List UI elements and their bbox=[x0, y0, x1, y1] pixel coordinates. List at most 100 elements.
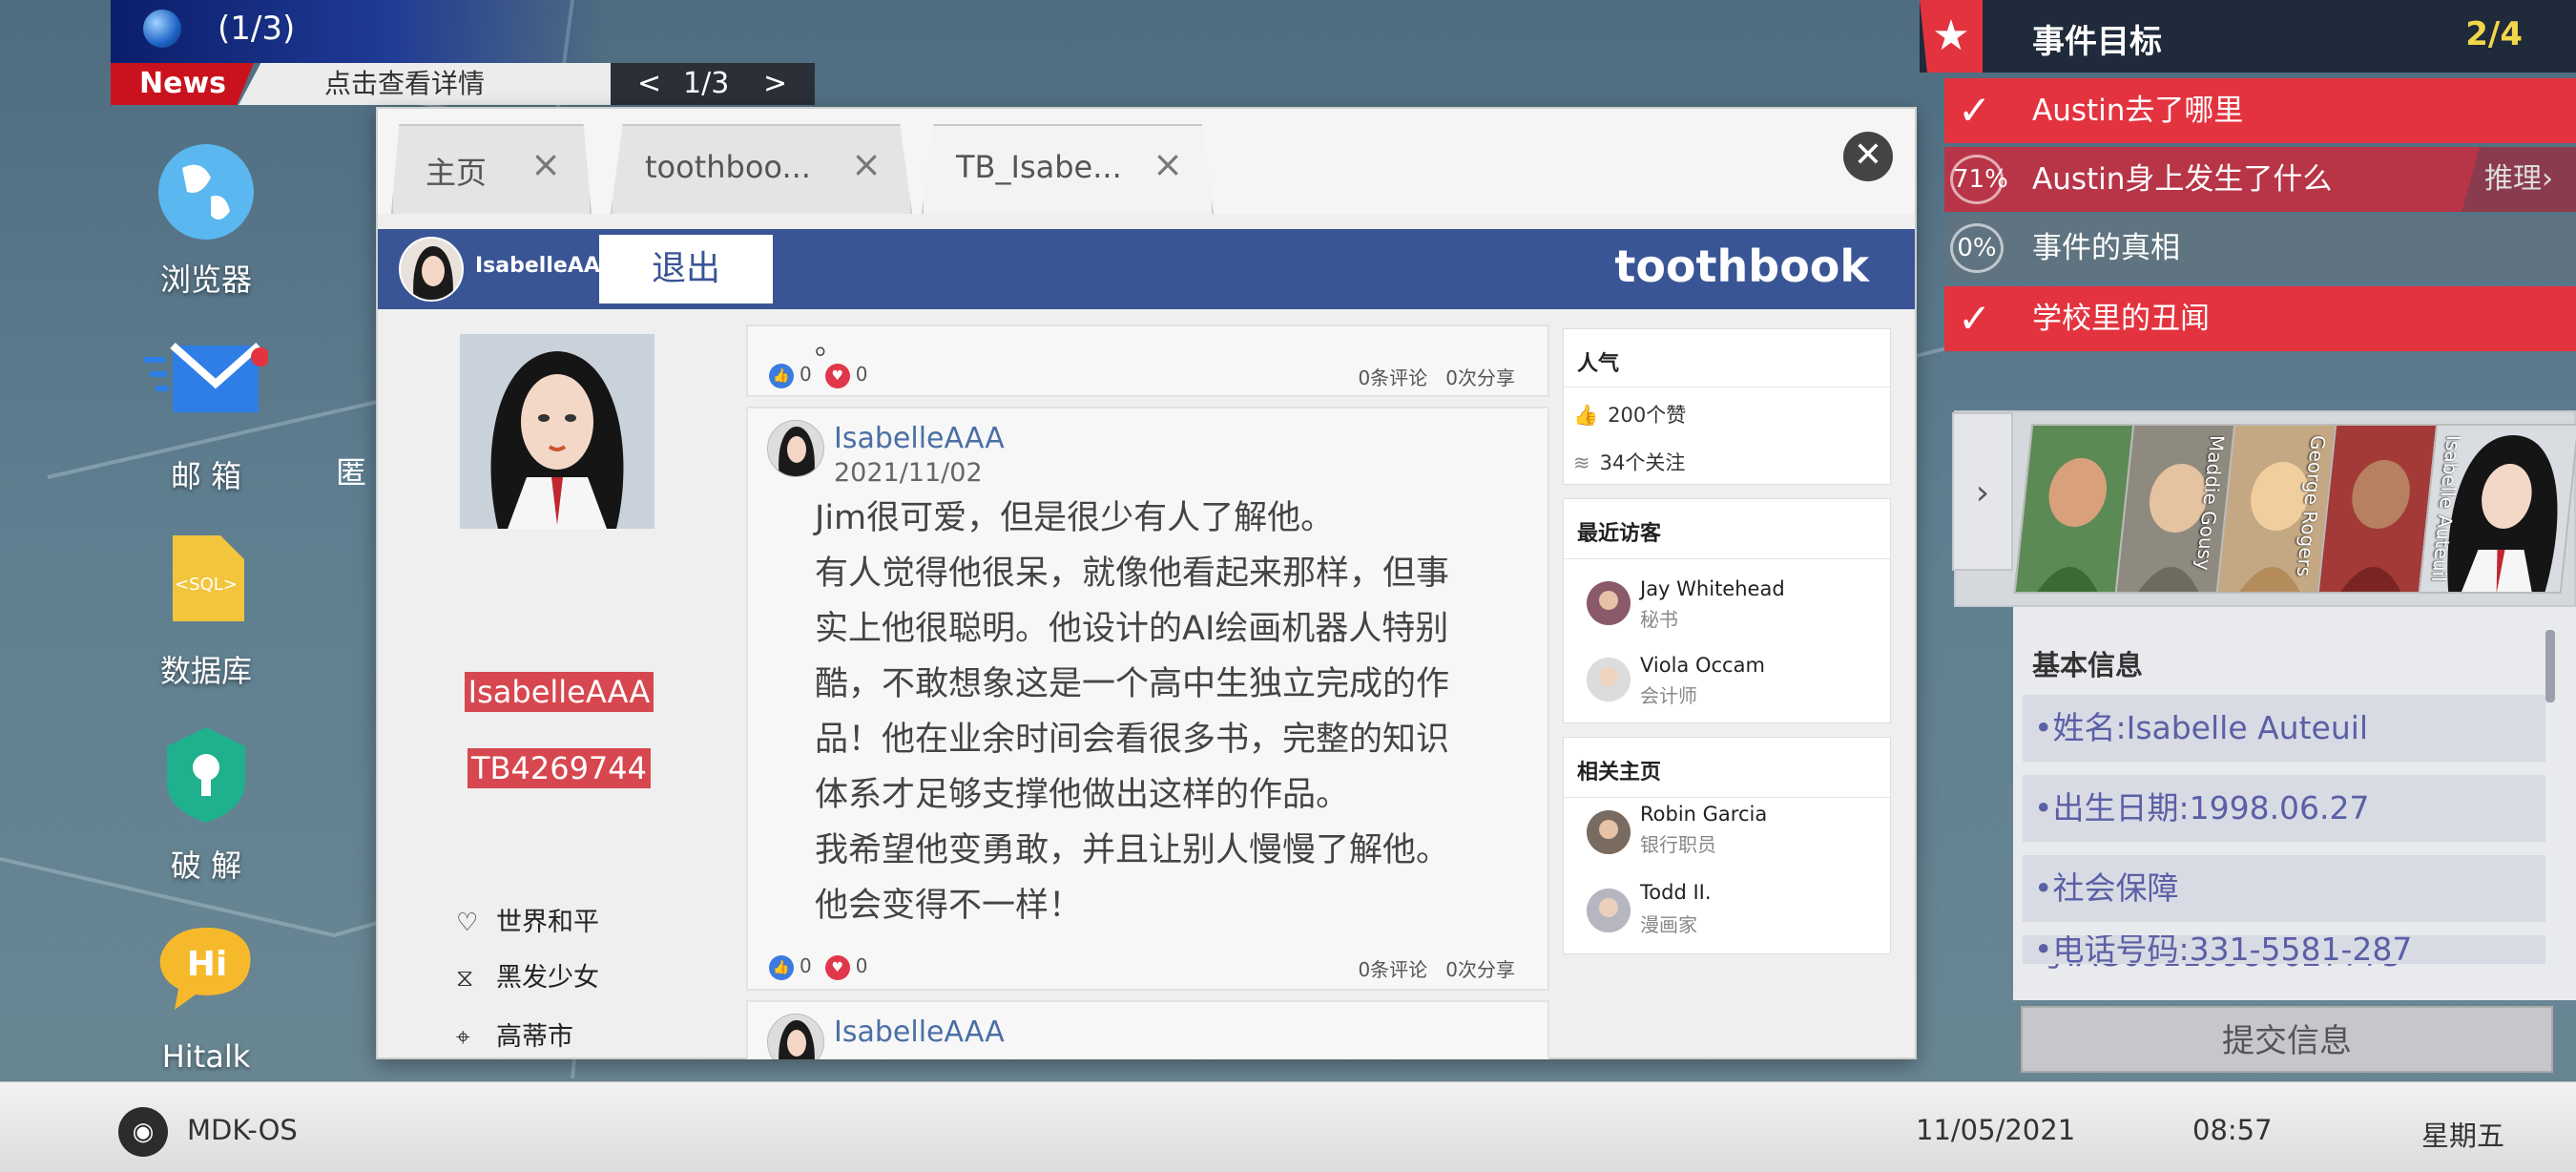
thumbs-up-icon[interactable]: 👍 bbox=[769, 954, 794, 980]
toothbook-window: 主页 × toothboo... × TB_Isabe... × ✕ Isabe… bbox=[376, 107, 1917, 1059]
heart-icon[interactable]: ♥ bbox=[824, 363, 850, 388]
profile-detail: ⧖ 黑发少女 bbox=[456, 956, 599, 994]
objective-label: 学校里的丑闻 bbox=[2032, 302, 2210, 336]
taskbar-weekday: 星期五 bbox=[2421, 1120, 2505, 1152]
related-role: 漫画家 bbox=[1640, 913, 1697, 936]
objective-item[interactable]: ✓ Austin去了哪里 bbox=[1944, 78, 2576, 143]
news-bar: News 点击查看详情 < 1/3 > bbox=[111, 63, 815, 105]
tab-tb-isabelle[interactable]: TB_Isabe... × bbox=[922, 124, 1214, 214]
avatar[interactable] bbox=[1587, 581, 1631, 625]
post-feed[interactable]: 。 👍 0 ♥ 0 0条评论 0次分享 IsabelleAAA 2021/11/02 … bbox=[746, 324, 1549, 1059]
visitor-name[interactable]: Jay Whitehead bbox=[1640, 577, 1785, 600]
desktop-icon-crack[interactable]: 破 解 bbox=[111, 725, 301, 886]
profile-name: IsabelleAAA bbox=[378, 672, 740, 712]
tab-close-icon[interactable]: × bbox=[530, 143, 561, 185]
objective-progress: 71% bbox=[1950, 155, 2008, 204]
post-line: 品！他在业余时间会看很多书，完整的知识 bbox=[815, 721, 1450, 759]
news-details-link[interactable]: 点击查看详情 bbox=[239, 63, 611, 105]
share-count[interactable]: 0次分享 bbox=[1445, 366, 1515, 389]
character-portrait[interactable] bbox=[2013, 424, 2135, 594]
objective-item[interactable]: 0% 事件的真相 bbox=[1944, 216, 2576, 281]
tie-icon: ⧖ bbox=[456, 964, 474, 993]
related-name[interactable]: Robin Garcia bbox=[1640, 803, 1767, 826]
recent-visitors-box: 最近访客 Jay Whitehead 秘书 Viola Occam 会计师 bbox=[1563, 498, 1891, 723]
avatar[interactable] bbox=[1587, 810, 1631, 854]
avatar[interactable] bbox=[1587, 889, 1631, 932]
character-portrait[interactable]: Maddie Gousy bbox=[2114, 424, 2236, 594]
tab-toothbook[interactable]: toothboo... × bbox=[611, 124, 912, 214]
visitor-role: 会计师 bbox=[1640, 684, 1697, 707]
tab-close-icon[interactable]: × bbox=[1153, 143, 1183, 185]
desktop-icon-label: 浏览器 bbox=[159, 262, 252, 298]
visitor-name[interactable]: Viola Occam bbox=[1640, 654, 1765, 677]
avatar[interactable] bbox=[399, 237, 464, 302]
related-pages-title: 相关主页 bbox=[1577, 761, 1662, 785]
info-row-birthdate[interactable]: •出生日期:1998.06.27 bbox=[2023, 775, 2545, 842]
comment-count[interactable]: 0条评论 bbox=[1358, 958, 1427, 981]
desktop-icon-label: 邮 箱 bbox=[170, 458, 242, 494]
objective-item[interactable]: 71% Austin身上发生了什么 推理› bbox=[1944, 147, 2576, 212]
eye-logo-icon[interactable]: ◉ bbox=[118, 1107, 168, 1157]
scrollbar[interactable] bbox=[2545, 630, 2555, 702]
logout-button[interactable]: 退出 bbox=[599, 235, 773, 303]
follows-count: 34个关注 bbox=[1599, 451, 1686, 474]
character-portrait[interactable] bbox=[2316, 424, 2439, 594]
news-prev-button[interactable]: < bbox=[637, 63, 661, 105]
divider bbox=[1564, 797, 1890, 798]
news-label: News bbox=[111, 63, 254, 105]
news-pager: < 1/3 > bbox=[611, 63, 815, 105]
news-header-count: (1/3) bbox=[218, 10, 296, 48]
sql-file-icon: <SQL> bbox=[154, 531, 259, 636]
desktop-icon-label: 破 解 bbox=[170, 848, 242, 884]
profile-detail: ♡ 世界和平 bbox=[456, 901, 599, 938]
objectives-count: 2/4 bbox=[2465, 15, 2523, 53]
popularity-title: 人气 bbox=[1577, 352, 1620, 376]
window-close-button[interactable]: ✕ bbox=[1843, 132, 1893, 181]
objectives-header: ★ 事件目标 2/4 bbox=[1920, 0, 2576, 73]
desktop-icon-hitalk[interactable]: Hi Hitalk bbox=[111, 922, 301, 1075]
desktop-icon-database[interactable]: <SQL> 数据库 bbox=[111, 531, 301, 691]
chevron-right-icon[interactable]: › bbox=[1952, 412, 2013, 571]
info-row-name[interactable]: •姓名:Isabelle Auteuil bbox=[2023, 695, 2545, 762]
desktop-icon-mail[interactable]: 邮 箱 bbox=[111, 336, 301, 496]
objective-item[interactable]: ✓ 学校里的丑闻 bbox=[1944, 286, 2576, 351]
news-next-button[interactable]: > bbox=[763, 63, 787, 105]
character-portrait-selected[interactable]: Isabelle Auteuil bbox=[2418, 424, 2576, 594]
comment-count[interactable]: 0条评论 bbox=[1358, 366, 1427, 389]
basic-info-title: 基本信息 bbox=[2032, 649, 2144, 681]
info-row-ssn[interactable]: •社会保障号:AG03119980627775 bbox=[2023, 855, 2545, 973]
svg-text:<SQL>: <SQL> bbox=[175, 575, 238, 595]
avatar[interactable] bbox=[767, 420, 824, 477]
avatar[interactable] bbox=[767, 1014, 824, 1059]
objective-progress: 0% bbox=[1950, 223, 2004, 273]
heart-icon[interactable]: ♥ bbox=[824, 954, 850, 980]
tab-label: toothboo... bbox=[645, 149, 811, 185]
post-line: 他会变得不一样！ bbox=[815, 887, 1083, 925]
desktop-icon-label: Hitalk bbox=[161, 1038, 251, 1075]
objectives-panel: ★ 事件目标 2/4 ✓ Austin去了哪里 71% Austin身上发生了什… bbox=[1920, 0, 2576, 357]
profile-detail: ⌖ 高蒂市 bbox=[456, 1015, 573, 1053]
share-count[interactable]: 0次分享 bbox=[1445, 958, 1515, 981]
related-role: 银行职员 bbox=[1640, 833, 1716, 856]
submit-info-button[interactable]: 提交信息 bbox=[2021, 1006, 2553, 1073]
thumbs-up-icon[interactable]: 👍 bbox=[769, 363, 794, 388]
info-row-phone[interactable]: •电话号码:331-5581-287 bbox=[2023, 935, 2545, 964]
post-line: 有人觉得他很呆，就像他看起来那样，但事 bbox=[815, 555, 1450, 593]
tab-label: 主页 bbox=[426, 155, 488, 191]
related-name[interactable]: Todd II. bbox=[1640, 881, 1712, 904]
objective-label: Austin去了哪里 bbox=[2032, 94, 2244, 128]
tab-home[interactable]: 主页 × bbox=[391, 124, 592, 214]
chat-bubble-icon: Hi bbox=[154, 922, 259, 1027]
character-portrait[interactable]: George Rogers bbox=[2215, 424, 2337, 594]
toothbook-header: IsabelleAAA 退出 toothbook bbox=[378, 229, 1915, 309]
character-strip[interactable]: Maddie Gousy George Rogers Isabelle Aute… bbox=[1954, 410, 2576, 607]
post-author[interactable]: IsabelleAAA bbox=[834, 422, 1005, 455]
news-header[interactable]: (1/3) bbox=[111, 0, 607, 63]
desktop-icon-browser[interactable]: 浏览器 bbox=[111, 139, 301, 300]
deduce-button[interactable]: 推理› bbox=[2462, 147, 2576, 212]
basic-info-panel: 基本信息 •姓名:Isabelle Auteuil •出生日期:1998.06.… bbox=[2013, 607, 2576, 1000]
post-author[interactable]: IsabelleAAA bbox=[834, 1015, 1005, 1049]
avatar[interactable] bbox=[1587, 658, 1631, 701]
mail-icon bbox=[144, 336, 270, 441]
tab-close-icon[interactable]: × bbox=[851, 143, 882, 185]
